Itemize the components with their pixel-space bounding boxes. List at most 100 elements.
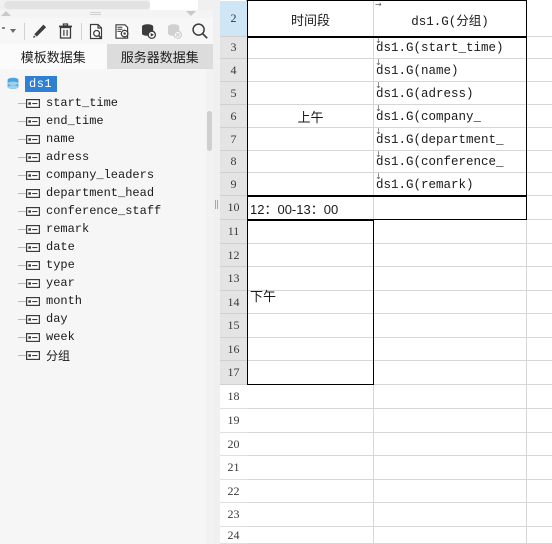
cell-A6-merged[interactable]: 上午 xyxy=(248,37,373,196)
tree-field-item[interactable]: name xyxy=(0,130,206,148)
cell-B6[interactable]: ds1.G(company_ xyxy=(374,105,526,128)
stop-dataset-button[interactable] xyxy=(161,18,187,44)
field-icon xyxy=(26,206,40,216)
tree-field-item[interactable]: start_time xyxy=(0,94,206,112)
row-header-23[interactable]: 23 xyxy=(220,503,247,527)
cell-B8[interactable]: ds1.G(conference_ xyxy=(374,151,526,173)
search-dataset-button[interactable] xyxy=(187,18,213,44)
row-header-8[interactable]: 8 xyxy=(220,151,247,173)
splitter-grip-icon[interactable] xyxy=(214,200,219,209)
tree-field-item[interactable]: type xyxy=(0,256,206,274)
row-header-5[interactable]: 5 xyxy=(220,82,247,105)
cell-B9[interactable]: ds1.G(remark) xyxy=(374,173,526,196)
tree-field-label: company_leaders xyxy=(46,168,155,182)
tree-field-item[interactable]: company_leaders xyxy=(0,166,206,184)
row-header-7[interactable]: 7 xyxy=(220,128,247,151)
tab-template-dataset[interactable]: 模板数据集 xyxy=(0,44,107,69)
tree-connector xyxy=(18,121,26,122)
cell-A2[interactable]: 时间段 xyxy=(248,1,373,37)
row-header-9[interactable]: 9 xyxy=(220,173,247,196)
dataset-tab-bar: 模板数据集 服务器数据集 xyxy=(0,44,213,69)
row-header-label: 9 xyxy=(230,176,237,191)
edit-dataset-button[interactable] xyxy=(27,18,53,44)
field-icon xyxy=(26,332,40,342)
row-header-3[interactable]: 3 xyxy=(220,37,247,59)
tree-connector xyxy=(18,319,26,320)
delete-dataset-button[interactable] xyxy=(53,18,79,44)
document-preview-icon xyxy=(89,23,103,39)
tree-field-label: week xyxy=(46,330,75,344)
row-header-24[interactable]: 24 xyxy=(220,527,247,544)
row-header-label: 24 xyxy=(227,527,240,542)
row-header-column: 2 3 4 5 6 7 8 9 10 11 12 13 14 15 16 17 18 19 20 21 22 23 24 xyxy=(220,0,247,544)
spreadsheet-grid[interactable]: 时间段 ds1.G(分组) → ds1.G(start_time) ↓ ds1.G(nam… xyxy=(247,0,552,544)
preview-dataset-button[interactable] xyxy=(84,18,110,44)
row-header-17[interactable]: 17 xyxy=(220,361,247,385)
tree-field-item[interactable]: department_head xyxy=(0,184,206,202)
row-header-15[interactable]: 15 xyxy=(220,314,247,338)
tab-server-dataset[interactable]: 服务器数据集 xyxy=(106,44,213,69)
row-header-6[interactable]: 6 xyxy=(220,105,247,128)
row-header-16[interactable]: 16 xyxy=(220,338,247,361)
cell-B5[interactable]: ds1.G(adress) xyxy=(374,82,526,105)
collapse-down-icon[interactable] xyxy=(186,11,196,16)
panel-splitter[interactable] xyxy=(213,0,220,544)
row-header-19[interactable]: 19 xyxy=(220,409,247,433)
row-header-label: 6 xyxy=(230,108,237,123)
panel-resize-handle[interactable] xyxy=(90,12,101,15)
cell-B7[interactable]: ds1.G(department_ xyxy=(374,128,526,151)
tree-field-item[interactable]: month xyxy=(0,292,206,310)
row-header-11[interactable]: 11 xyxy=(220,220,247,244)
tree-field-item[interactable]: day xyxy=(0,310,206,328)
collapse-up-icon[interactable] xyxy=(1,11,11,16)
expand-down-icon: ↓ xyxy=(375,36,382,45)
tree-field-item[interactable]: adress xyxy=(0,148,206,166)
tree-connector xyxy=(18,265,26,266)
horizontal-scrollbar-track[interactable] xyxy=(150,0,198,10)
database-stop-icon xyxy=(167,23,182,39)
tree-field-label: adress xyxy=(46,150,90,164)
tree-field-item[interactable]: 分组 xyxy=(0,346,206,364)
cell-text: ds1.G(remark) xyxy=(376,177,474,192)
row-header-4[interactable]: 4 xyxy=(220,59,247,82)
row-header-14[interactable]: 14 xyxy=(220,291,247,314)
field-icon xyxy=(26,350,40,360)
cell-text: ds1.G(start_time) xyxy=(376,41,504,55)
dataset-tree-scrollbar-thumb[interactable] xyxy=(207,111,212,151)
cell-B2[interactable]: ds1.G(分组) xyxy=(374,1,526,37)
tree-field-item[interactable]: year xyxy=(0,274,206,292)
tab-template-dataset-label: 模板数据集 xyxy=(20,50,86,65)
run-dataset-button[interactable] xyxy=(135,18,161,44)
tree-field-item[interactable]: week xyxy=(0,328,206,346)
row-header-20[interactable]: 20 xyxy=(220,433,247,456)
tree-field-item[interactable]: end_time xyxy=(0,112,206,130)
dataset-properties-button[interactable] xyxy=(110,18,136,44)
row-header-2[interactable]: 2 xyxy=(220,1,247,37)
row-header-22[interactable]: 22 xyxy=(220,480,247,503)
horizontal-scrollbar-thumb[interactable] xyxy=(4,1,150,9)
tree-field-label: month xyxy=(46,294,83,308)
dataset-tree-scrollbar[interactable] xyxy=(206,69,213,544)
cell-B3[interactable]: ds1.G(start_time) xyxy=(374,37,526,59)
cell-A10[interactable]: 12：00-13：00 xyxy=(248,196,373,220)
cell-text: 下午 xyxy=(250,289,277,304)
tree-item-ds1[interactable]: ds1 xyxy=(0,74,206,94)
row-header-10[interactable]: 10 xyxy=(220,196,247,220)
field-icon xyxy=(26,98,40,108)
tree-field-item[interactable]: conference_staff xyxy=(0,202,206,220)
cell-A11-merged[interactable]: 下午 xyxy=(248,220,373,385)
row-header-label: 19 xyxy=(227,413,240,427)
tree-field-item[interactable]: remark xyxy=(0,220,206,238)
cell-B4[interactable]: ds1.G(name) xyxy=(374,59,526,82)
row-header-label: 3 xyxy=(230,40,237,54)
expand-down-icon: ↓ xyxy=(375,127,382,136)
tree-field-item[interactable]: date xyxy=(0,238,206,256)
row-header-21[interactable]: 21 xyxy=(220,456,247,480)
tree-connector xyxy=(18,175,26,176)
dropdown-arrow-button[interactable] xyxy=(0,18,22,44)
tree-field-label: year xyxy=(46,276,75,290)
row-header-13[interactable]: 13 xyxy=(220,267,247,291)
row-header-12[interactable]: 12 xyxy=(220,244,247,267)
horizontal-scrollbar[interactable] xyxy=(0,0,213,10)
row-header-18[interactable]: 18 xyxy=(220,385,247,409)
